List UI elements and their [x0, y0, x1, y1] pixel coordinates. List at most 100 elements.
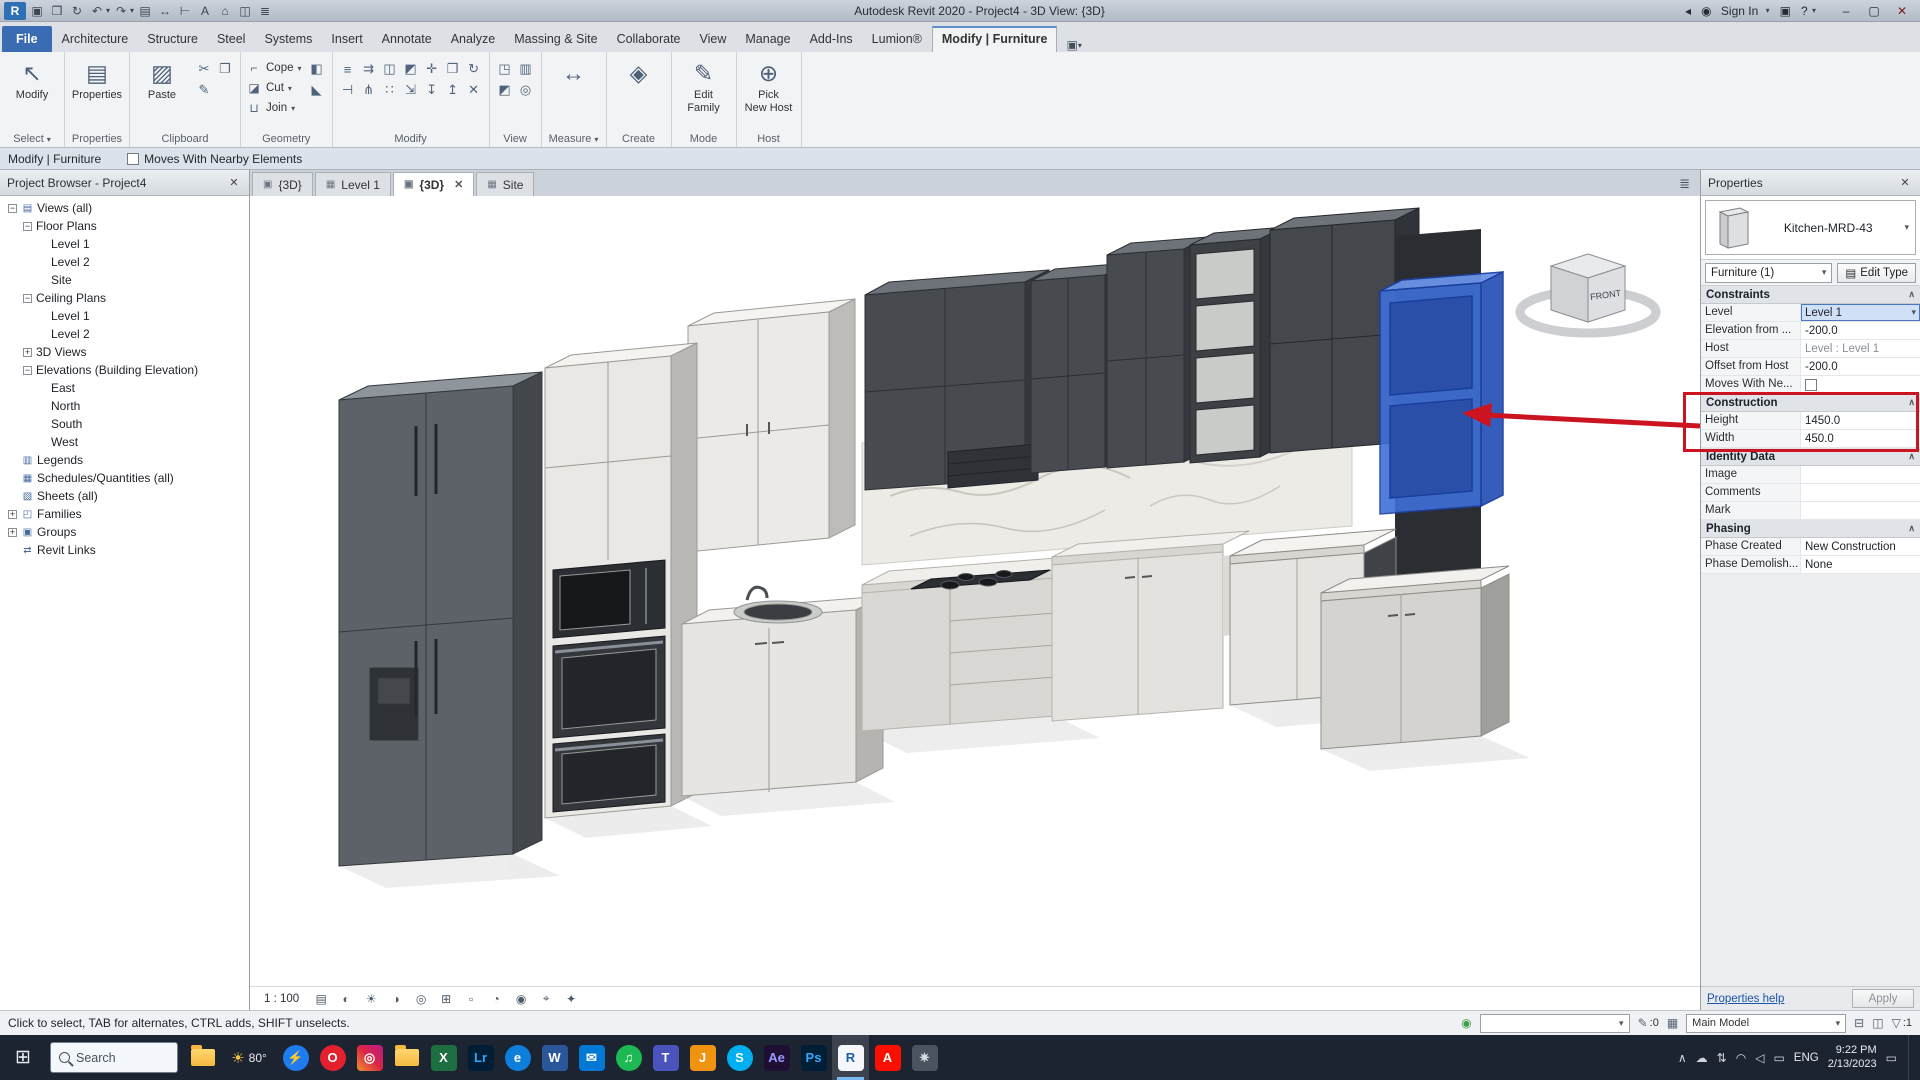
cloud-icon[interactable]: ☁ [1696, 1051, 1708, 1065]
taskbar-app-mail[interactable]: ✉ [573, 1035, 610, 1080]
taskbar-app-instagram[interactable]: ◎ [351, 1035, 388, 1080]
taskbar-app-photoshop[interactable]: Ps [795, 1035, 832, 1080]
oven-tower[interactable] [544, 342, 698, 819]
ribbon-panel-label-mode[interactable]: Mode [677, 131, 731, 147]
project-browser-header[interactable]: Project Browser - Project4 ✕ [0, 170, 249, 196]
view-tab--3d-[interactable]: ▣ {3D} ✕ [392, 172, 475, 196]
type-selector-preview[interactable]: Kitchen-MRD-43 ▾ [1701, 196, 1920, 260]
editable-only-icon[interactable]: ✎:0 [1638, 1016, 1659, 1030]
paint-icon[interactable]: ◧ [307, 59, 327, 79]
join-button[interactable]: ⊔ Join ▾ [246, 98, 302, 118]
delete-icon[interactable]: ✕ [464, 80, 484, 100]
section-phasing[interactable]: Phasing ∧ [1701, 520, 1920, 538]
chevron-up-icon[interactable]: ∧ [1908, 289, 1915, 300]
maximize-button[interactable]: ▢ [1860, 1, 1888, 21]
collapse-icon[interactable]: − [8, 203, 17, 213]
chevron-up-icon[interactable]: ∧ [1908, 451, 1915, 462]
volume-icon[interactable]: ◁ [1755, 1051, 1764, 1065]
spice-shelf[interactable] [947, 443, 1039, 489]
taskbar-app-java[interactable]: J [684, 1035, 721, 1080]
prop-value-host[interactable]: Level : Level 1 [1801, 340, 1920, 357]
taskbar-app-excel[interactable]: X [425, 1035, 462, 1080]
sink-cabinet[interactable] [681, 585, 884, 797]
shadows-icon[interactable]: ◑ [387, 990, 405, 1008]
tree-item-views-all-[interactable]: − ▤ Views (all) [0, 199, 249, 217]
category-filter-dropdown[interactable]: Furniture (1) ▾ [1705, 262, 1833, 283]
modify-options-dropdown[interactable]: ▣ ▾ [1058, 38, 1089, 52]
ribbon-tab-file[interactable]: File [2, 26, 52, 52]
start-button[interactable]: ⊞ [2, 1035, 44, 1080]
ribbon-panel-label-modify[interactable]: Modify [338, 131, 484, 147]
tree-item-groups[interactable]: + ▣ Groups [0, 523, 249, 541]
ribbon-tab-steel[interactable]: Steel [208, 26, 255, 52]
scale-control[interactable]: 1 : 100 [258, 991, 305, 1007]
prop-value-mark[interactable] [1801, 502, 1920, 519]
hidden-line-icon[interactable]: ▥ [516, 59, 536, 79]
save-icon[interactable]: ▣ [28, 2, 46, 20]
ribbon-tab-lumion-[interactable]: Lumion® [863, 26, 931, 52]
tree-item-revit-links[interactable]: ⇄ Revit Links [0, 541, 249, 559]
match-icon[interactable]: ✎ [194, 80, 214, 100]
language-indicator[interactable]: ENG [1794, 1052, 1819, 1064]
collapse-icon[interactable]: − [23, 221, 32, 231]
shaded-icon[interactable]: ◩ [495, 80, 515, 100]
battery-icon[interactable]: ▭ [1773, 1051, 1784, 1065]
show-crop-icon[interactable]: ▫ [462, 990, 480, 1008]
align-icon[interactable]: ≡ [338, 59, 358, 79]
collapse-icon[interactable]: − [23, 293, 32, 303]
default-3d-icon[interactable]: ⌂ [216, 2, 234, 20]
thin-lines-icon[interactable]: ≣ [256, 2, 274, 20]
worksharing-icon[interactable]: ▦ [1667, 1016, 1678, 1030]
section-icon[interactable]: ◫ [236, 2, 254, 20]
create-button[interactable]: ◈ [612, 54, 666, 89]
prop-value-phase-demolish-[interactable]: None [1801, 556, 1920, 573]
prop-value-width[interactable]: 450.0 [1801, 430, 1920, 447]
wifi-icon[interactable]: ◠ [1736, 1051, 1746, 1065]
tree-item-ceiling-plans[interactable]: − Ceiling Plans [0, 289, 249, 307]
taskbar-app-file-explorer[interactable] [184, 1035, 221, 1080]
tree-item-legends[interactable]: ▥ Legends [0, 451, 249, 469]
prop-value-comments[interactable] [1801, 484, 1920, 501]
taskbar-app-settings[interactable]: ✷ [906, 1035, 943, 1080]
view-tab-level-1[interactable]: ▦ Level 1 [314, 172, 391, 196]
text-icon[interactable]: A [196, 2, 214, 20]
collapse-icon[interactable]: − [23, 365, 32, 375]
tree-item-west[interactable]: West [0, 433, 249, 451]
open-icon[interactable]: ❒ [48, 2, 66, 20]
ribbon-panel-label-host[interactable]: Host [742, 131, 796, 147]
locked-icon[interactable]: ⌖ [537, 990, 555, 1008]
mirror-axis-icon[interactable]: ◫ [380, 59, 400, 79]
taskbar-app-after-effects[interactable]: Ae [758, 1035, 795, 1080]
updown-icon[interactable]: ⇅ [1717, 1051, 1727, 1065]
properties-header[interactable]: Properties ✕ [1701, 170, 1920, 196]
taskbar-app-revit[interactable]: R [832, 1035, 869, 1080]
prop-value-phase-created[interactable]: New Construction [1801, 538, 1920, 555]
chevron-down-icon[interactable]: ▾ [130, 6, 134, 15]
ribbon-tab-collaborate[interactable]: Collaborate [608, 26, 690, 52]
app-store-icon[interactable]: ▣ [1780, 4, 1791, 18]
scale-icon[interactable]: ⇲ [401, 80, 421, 100]
ribbon-tab-add-ins[interactable]: Add-Ins [801, 26, 862, 52]
ribbon-tab-analyze[interactable]: Analyze [442, 26, 504, 52]
prop-value-offset-from-host[interactable]: -200.0 [1801, 358, 1920, 375]
sign-in-button[interactable]: ◉ Sign In ▾ [1701, 4, 1770, 18]
expand-icon[interactable]: + [23, 347, 32, 357]
tree-item-level-2[interactable]: Level 2 [0, 325, 249, 343]
taskbar-app-messenger[interactable]: ⚡ [277, 1035, 314, 1080]
reveal-icon[interactable]: ◉ [512, 990, 530, 1008]
tree-item-north[interactable]: North [0, 397, 249, 415]
stove-cabinet[interactable] [861, 555, 1083, 732]
render-view-icon[interactable]: ◎ [516, 80, 536, 100]
app-menu-icon[interactable]: R [4, 1, 26, 20]
taskbar-app-skype[interactable]: S [721, 1035, 758, 1080]
chevron-up-icon[interactable]: ∧ [1908, 523, 1915, 534]
close-icon[interactable]: ✕ [454, 178, 463, 191]
taskbar-search[interactable]: Search [50, 1042, 178, 1073]
properties-button[interactable]: ▤ Properties [70, 54, 124, 102]
taskbar-app-spotify[interactable]: ♫ [610, 1035, 647, 1080]
ribbon-panel-label-measure[interactable]: Measure ▾ [547, 131, 601, 147]
pin-icon[interactable]: ↧ [422, 80, 442, 100]
view-cube[interactable]: FRONT [1515, 253, 1661, 338]
ribbon-tab-modify-furniture[interactable]: Modify | Furniture [931, 26, 1058, 52]
measure-qat-icon[interactable]: ↔ [156, 2, 174, 20]
